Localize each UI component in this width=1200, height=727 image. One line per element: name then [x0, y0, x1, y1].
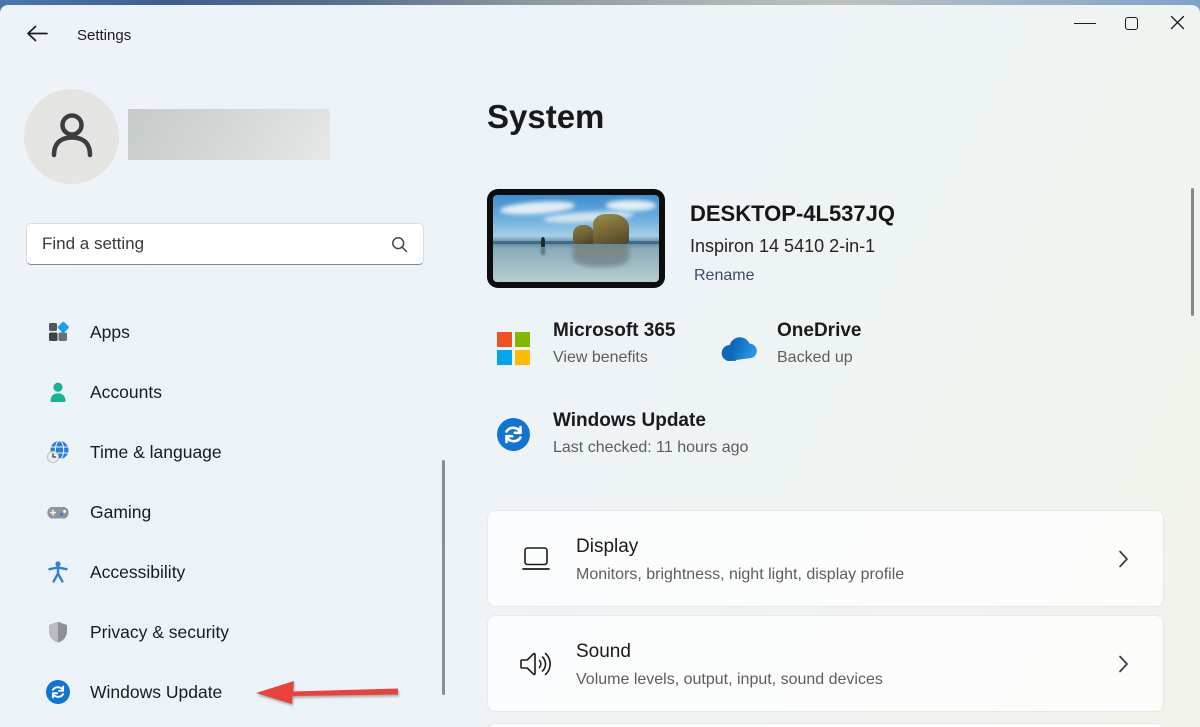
maximize-icon — [1125, 17, 1138, 30]
device-model: Inspiron 14 5410 2-in-1 — [690, 236, 875, 257]
card-subtitle: Monitors, brightness, night light, displ… — [576, 566, 904, 584]
window-controls — [1062, 7, 1200, 40]
search-icon[interactable] — [391, 236, 408, 253]
onedrive-cloud-icon — [718, 336, 758, 368]
card-sound[interactable]: Sound Volume levels, output, input, soun… — [487, 615, 1164, 712]
minimize-icon — [1074, 23, 1096, 24]
quick-info-subtitle: Last checked: 11 hours ago — [553, 439, 748, 457]
sidebar-item-windows-update[interactable]: Windows Update — [8, 672, 428, 712]
main-scrollbar[interactable] — [1191, 188, 1194, 316]
page-title: System — [487, 98, 604, 136]
app-title: Settings — [77, 27, 131, 44]
chevron-right-icon — [1118, 654, 1129, 673]
time-language-icon — [46, 440, 70, 464]
quick-info-title: Microsoft 365 — [553, 320, 675, 342]
sidebar-item-label: Accounts — [90, 382, 162, 403]
quick-info-title: Windows Update — [553, 410, 748, 432]
card-title: Display — [576, 536, 638, 558]
sidebar-item-label: Windows Update — [90, 682, 222, 703]
search-box[interactable] — [26, 223, 424, 265]
sidebar-scrollbar[interactable] — [442, 460, 445, 695]
accounts-icon — [46, 380, 70, 404]
sidebar-item-label: Apps — [90, 322, 130, 343]
rock-reflection — [573, 245, 629, 268]
card-subtitle: Volume levels, output, input, sound devi… — [576, 671, 883, 689]
settings-window: Settings — [0, 5, 1200, 727]
shield-icon — [46, 620, 70, 644]
titlebar: Settings — [0, 5, 1200, 55]
sidebar-nav: Apps Accounts Time & lang — [8, 312, 428, 727]
card-partial-next[interactable] — [487, 723, 1164, 727]
windows-update-icon — [46, 680, 70, 704]
gaming-icon — [46, 500, 70, 524]
sidebar-item-label: Accessibility — [90, 562, 185, 583]
device-thumbnail — [487, 189, 665, 288]
sidebar-item-gaming[interactable]: Gaming — [8, 492, 428, 532]
microsoft-logo — [497, 332, 530, 365]
quick-info-subtitle: Backed up — [777, 349, 861, 367]
sidebar-item-time-language[interactable]: Time & language — [8, 432, 428, 472]
avatar[interactable] — [24, 89, 119, 184]
person-silhouette — [541, 237, 545, 247]
card-display[interactable]: Display Monitors, brightness, night ligh… — [487, 510, 1164, 607]
sidebar-item-label: Time & language — [90, 442, 222, 463]
minimize-button[interactable] — [1062, 7, 1108, 40]
device-name: DESKTOP-4L537JQ — [690, 201, 895, 227]
sidebar-item-label: Gaming — [90, 502, 151, 523]
user-name-redacted — [128, 109, 330, 160]
device-wallpaper — [493, 195, 659, 282]
display-icon — [518, 545, 554, 572]
back-button[interactable] — [20, 19, 54, 51]
close-icon — [1170, 15, 1185, 33]
quick-info-title: OneDrive — [777, 320, 861, 342]
quick-info-windows-update[interactable]: Windows Update Last checked: 11 hours ag… — [553, 410, 748, 457]
apps-icon — [46, 320, 70, 344]
cloud-shape — [606, 200, 656, 210]
accessibility-icon — [46, 560, 70, 584]
card-title: Sound — [576, 641, 631, 663]
windows-update-icon — [497, 418, 530, 456]
sound-icon — [518, 649, 554, 679]
sidebar-item-apps[interactable]: Apps — [8, 312, 428, 352]
chevron-right-icon — [1118, 549, 1129, 568]
back-arrow-icon — [26, 25, 48, 45]
search-input[interactable] — [27, 234, 391, 254]
close-button[interactable] — [1154, 7, 1200, 40]
rock-shape — [593, 214, 630, 244]
person-reflection — [541, 247, 545, 255]
quick-info-onedrive[interactable]: OneDrive Backed up — [777, 320, 861, 367]
sidebar-item-privacy-security[interactable]: Privacy & security — [8, 612, 428, 652]
quick-info-subtitle[interactable]: View benefits — [553, 349, 675, 367]
maximize-button[interactable] — [1108, 7, 1154, 40]
sidebar-item-accessibility[interactable]: Accessibility — [8, 552, 428, 592]
rename-button[interactable]: Rename — [694, 267, 754, 285]
person-outline-icon — [46, 108, 98, 165]
sidebar-item-accounts[interactable]: Accounts — [8, 372, 428, 412]
rock-shape — [573, 225, 595, 244]
sidebar-item-label: Privacy & security — [90, 622, 229, 643]
quick-info-microsoft-365[interactable]: Microsoft 365 View benefits — [553, 320, 675, 367]
